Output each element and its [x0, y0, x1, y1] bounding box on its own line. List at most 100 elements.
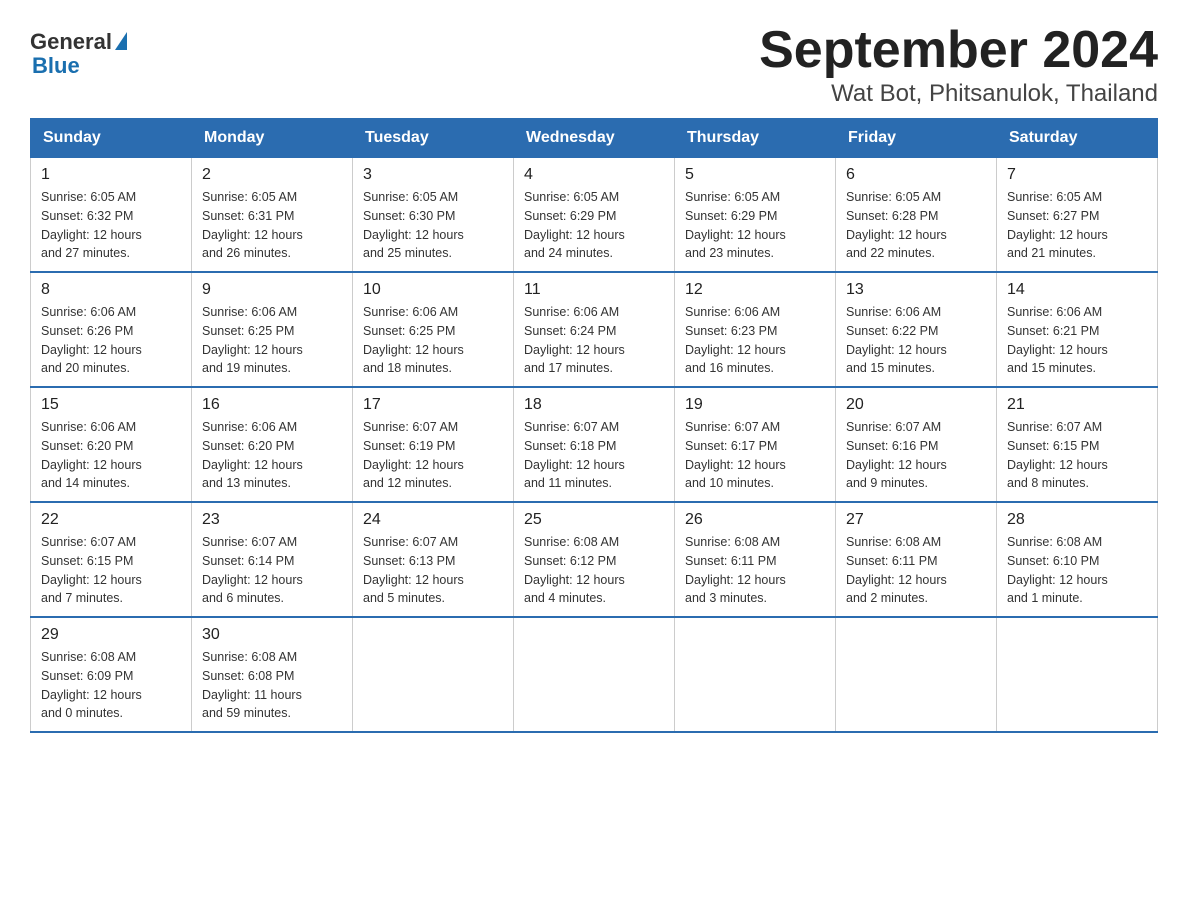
daylight-label: Daylight: 12 hours — [524, 458, 625, 472]
daylight-minutes: and 6 minutes. — [202, 591, 284, 605]
calendar-cell: 14 Sunrise: 6:06 AM Sunset: 6:21 PM Dayl… — [997, 272, 1158, 387]
calendar-cell: 12 Sunrise: 6:06 AM Sunset: 6:23 PM Dayl… — [675, 272, 836, 387]
calendar-week-row: 22 Sunrise: 6:07 AM Sunset: 6:15 PM Dayl… — [31, 502, 1158, 617]
day-info: Sunrise: 6:06 AM Sunset: 6:24 PM Dayligh… — [524, 303, 664, 378]
calendar-cell — [675, 617, 836, 732]
sunset-label: Sunset: 6:30 PM — [363, 209, 455, 223]
sunset-label: Sunset: 6:15 PM — [41, 554, 133, 568]
sunset-label: Sunset: 6:16 PM — [846, 439, 938, 453]
daylight-minutes: and 11 minutes. — [524, 476, 612, 490]
calendar-cell: 25 Sunrise: 6:08 AM Sunset: 6:12 PM Dayl… — [514, 502, 675, 617]
daylight-minutes: and 24 minutes. — [524, 246, 613, 260]
day-info: Sunrise: 6:08 AM Sunset: 6:08 PM Dayligh… — [202, 648, 342, 723]
calendar-cell: 5 Sunrise: 6:05 AM Sunset: 6:29 PM Dayli… — [675, 158, 836, 273]
daylight-label: Daylight: 12 hours — [846, 458, 947, 472]
sunrise-label: Sunrise: 6:06 AM — [524, 305, 619, 319]
daylight-label: Daylight: 12 hours — [685, 343, 786, 357]
sunset-label: Sunset: 6:14 PM — [202, 554, 294, 568]
day-info: Sunrise: 6:06 AM Sunset: 6:25 PM Dayligh… — [202, 303, 342, 378]
weekday-header: Tuesday — [353, 119, 514, 158]
daylight-minutes: and 16 minutes. — [685, 361, 774, 375]
weekday-header: Sunday — [31, 119, 192, 158]
sunset-label: Sunset: 6:29 PM — [685, 209, 777, 223]
sunset-label: Sunset: 6:20 PM — [41, 439, 133, 453]
sunset-label: Sunset: 6:20 PM — [202, 439, 294, 453]
daylight-minutes: and 12 minutes. — [363, 476, 452, 490]
daylight-minutes: and 18 minutes. — [363, 361, 452, 375]
day-number: 10 — [363, 281, 503, 299]
day-number: 9 — [202, 281, 342, 299]
day-number: 14 — [1007, 281, 1147, 299]
day-info: Sunrise: 6:06 AM Sunset: 6:20 PM Dayligh… — [41, 418, 181, 493]
sunset-label: Sunset: 6:24 PM — [524, 324, 616, 338]
day-info: Sunrise: 6:07 AM Sunset: 6:18 PM Dayligh… — [524, 418, 664, 493]
daylight-minutes: and 25 minutes. — [363, 246, 452, 260]
day-number: 17 — [363, 396, 503, 414]
day-number: 12 — [685, 281, 825, 299]
day-info: Sunrise: 6:07 AM Sunset: 6:17 PM Dayligh… — [685, 418, 825, 493]
daylight-minutes: and 9 minutes. — [846, 476, 928, 490]
day-info: Sunrise: 6:06 AM Sunset: 6:25 PM Dayligh… — [363, 303, 503, 378]
day-info: Sunrise: 6:08 AM Sunset: 6:11 PM Dayligh… — [685, 533, 825, 608]
day-info: Sunrise: 6:05 AM Sunset: 6:28 PM Dayligh… — [846, 188, 986, 263]
calendar-cell: 3 Sunrise: 6:05 AM Sunset: 6:30 PM Dayli… — [353, 158, 514, 273]
day-number: 20 — [846, 396, 986, 414]
day-info: Sunrise: 6:08 AM Sunset: 6:12 PM Dayligh… — [524, 533, 664, 608]
sunrise-label: Sunrise: 6:08 AM — [41, 650, 136, 664]
calendar-cell: 19 Sunrise: 6:07 AM Sunset: 6:17 PM Dayl… — [675, 387, 836, 502]
daylight-label: Daylight: 12 hours — [202, 343, 303, 357]
day-number: 4 — [524, 166, 664, 184]
daylight-label: Daylight: 12 hours — [202, 228, 303, 242]
daylight-label: Daylight: 12 hours — [363, 228, 464, 242]
daylight-minutes: and 19 minutes. — [202, 361, 291, 375]
sunset-label: Sunset: 6:25 PM — [202, 324, 294, 338]
calendar-cell: 27 Sunrise: 6:08 AM Sunset: 6:11 PM Dayl… — [836, 502, 997, 617]
daylight-minutes: and 7 minutes. — [41, 591, 123, 605]
calendar-week-row: 8 Sunrise: 6:06 AM Sunset: 6:26 PM Dayli… — [31, 272, 1158, 387]
day-number: 16 — [202, 396, 342, 414]
day-info: Sunrise: 6:08 AM Sunset: 6:10 PM Dayligh… — [1007, 533, 1147, 608]
sunrise-label: Sunrise: 6:08 AM — [202, 650, 297, 664]
daylight-label: Daylight: 12 hours — [41, 228, 142, 242]
calendar-cell: 26 Sunrise: 6:08 AM Sunset: 6:11 PM Dayl… — [675, 502, 836, 617]
daylight-minutes: and 13 minutes. — [202, 476, 291, 490]
day-info: Sunrise: 6:05 AM Sunset: 6:30 PM Dayligh… — [363, 188, 503, 263]
day-number: 24 — [363, 511, 503, 529]
day-info: Sunrise: 6:05 AM Sunset: 6:29 PM Dayligh… — [524, 188, 664, 263]
daylight-label: Daylight: 12 hours — [685, 228, 786, 242]
day-info: Sunrise: 6:06 AM Sunset: 6:22 PM Dayligh… — [846, 303, 986, 378]
daylight-minutes: and 22 minutes. — [846, 246, 935, 260]
day-number: 27 — [846, 511, 986, 529]
daylight-minutes: and 14 minutes. — [41, 476, 130, 490]
daylight-minutes: and 15 minutes. — [1007, 361, 1096, 375]
calendar-cell — [514, 617, 675, 732]
calendar-cell: 23 Sunrise: 6:07 AM Sunset: 6:14 PM Dayl… — [192, 502, 353, 617]
sunrise-label: Sunrise: 6:07 AM — [363, 535, 458, 549]
sunrise-label: Sunrise: 6:07 AM — [202, 535, 297, 549]
daylight-label: Daylight: 12 hours — [202, 458, 303, 472]
day-number: 29 — [41, 626, 181, 644]
sunset-label: Sunset: 6:17 PM — [685, 439, 777, 453]
sunrise-label: Sunrise: 6:07 AM — [685, 420, 780, 434]
sunrise-label: Sunrise: 6:05 AM — [846, 190, 941, 204]
daylight-label: Daylight: 12 hours — [1007, 458, 1108, 472]
calendar-cell: 18 Sunrise: 6:07 AM Sunset: 6:18 PM Dayl… — [514, 387, 675, 502]
calendar-cell: 29 Sunrise: 6:08 AM Sunset: 6:09 PM Dayl… — [31, 617, 192, 732]
calendar-week-row: 15 Sunrise: 6:06 AM Sunset: 6:20 PM Dayl… — [31, 387, 1158, 502]
daylight-label: Daylight: 12 hours — [685, 573, 786, 587]
sunset-label: Sunset: 6:11 PM — [685, 554, 777, 568]
sunrise-label: Sunrise: 6:07 AM — [846, 420, 941, 434]
day-number: 2 — [202, 166, 342, 184]
calendar-cell: 17 Sunrise: 6:07 AM Sunset: 6:19 PM Dayl… — [353, 387, 514, 502]
sunset-label: Sunset: 6:22 PM — [846, 324, 938, 338]
day-number: 22 — [41, 511, 181, 529]
sunrise-label: Sunrise: 6:05 AM — [202, 190, 297, 204]
sunset-label: Sunset: 6:15 PM — [1007, 439, 1099, 453]
sunrise-label: Sunrise: 6:06 AM — [202, 420, 297, 434]
calendar-cell: 20 Sunrise: 6:07 AM Sunset: 6:16 PM Dayl… — [836, 387, 997, 502]
sunrise-label: Sunrise: 6:05 AM — [1007, 190, 1102, 204]
sunrise-label: Sunrise: 6:07 AM — [363, 420, 458, 434]
calendar-cell: 8 Sunrise: 6:06 AM Sunset: 6:26 PM Dayli… — [31, 272, 192, 387]
calendar-cell: 9 Sunrise: 6:06 AM Sunset: 6:25 PM Dayli… — [192, 272, 353, 387]
weekday-header: Wednesday — [514, 119, 675, 158]
